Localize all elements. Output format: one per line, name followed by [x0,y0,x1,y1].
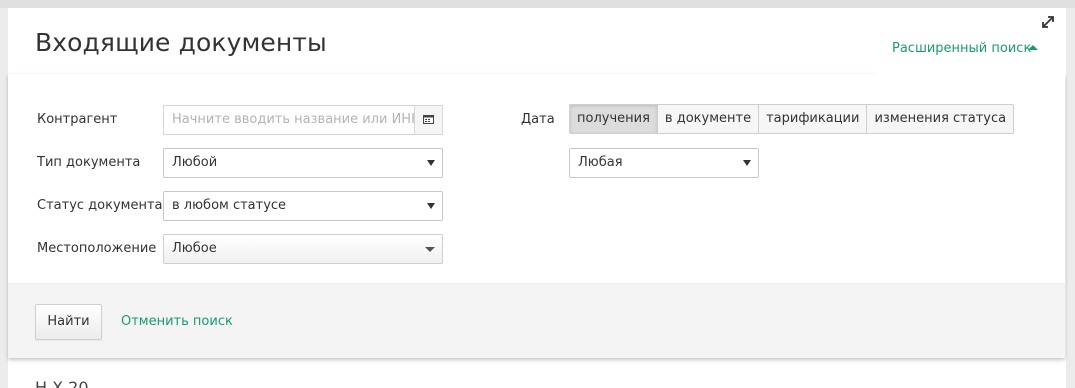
doc-status-select[interactable]: в любом статусе [163,191,443,221]
location-label: Местоположение [37,241,157,256]
chevron-down-icon [427,203,435,209]
cancel-search-link[interactable]: Отменить поиск [121,314,233,329]
doc-status-label: Статус документа [37,198,163,213]
advanced-search-tab[interactable]: Расширенный поиск [876,35,1065,75]
doc-type-label: Тип документа [37,155,141,170]
search-panel-footer: Найти Отменить поиск [8,283,1065,358]
date-range-value: Любая [578,155,623,170]
chevron-up-icon [1028,45,1038,50]
chevron-down-icon [425,247,435,252]
counterparty-placeholder: Начните вводить название или ИНН [172,112,421,127]
date-type-tabs: получения в документе тарификации измене… [569,104,1015,134]
chevron-down-icon [743,160,751,166]
advanced-search-panel: Контрагент Начните вводить название или … [8,74,1065,358]
top-strip [0,0,1075,8]
doc-type-value: Любой [172,155,218,170]
location-value: Любое [172,241,217,256]
date-tab-in-document[interactable]: в документе [657,105,760,133]
date-label: Дата [521,112,555,127]
chevron-down-icon [427,160,435,166]
date-range-select[interactable]: Любая [569,148,759,178]
location-select[interactable]: Любое [163,234,443,264]
doc-type-select[interactable]: Любой [163,148,443,178]
counterparty-input[interactable]: Начните вводить название или ИНН [163,105,443,135]
search-panel-body: Контрагент Начните вводить название или … [8,74,1065,283]
doc-status-value: в любом статусе [172,198,287,213]
page-title: Входящие документы [35,28,327,57]
date-tab-status-change[interactable]: изменения статуса [867,105,1014,133]
find-button[interactable]: Найти [35,304,102,340]
advanced-search-label[interactable]: Расширенный поиск [892,41,1031,56]
card-picker-button[interactable] [414,106,442,134]
expand-arrows-icon[interactable] [1040,14,1056,30]
date-tab-billing[interactable]: тарификации [759,105,868,133]
truncated-text: Н Х 20 [35,378,89,388]
counterparty-label: Контрагент [37,112,118,127]
date-tab-received[interactable]: получения [570,105,658,133]
